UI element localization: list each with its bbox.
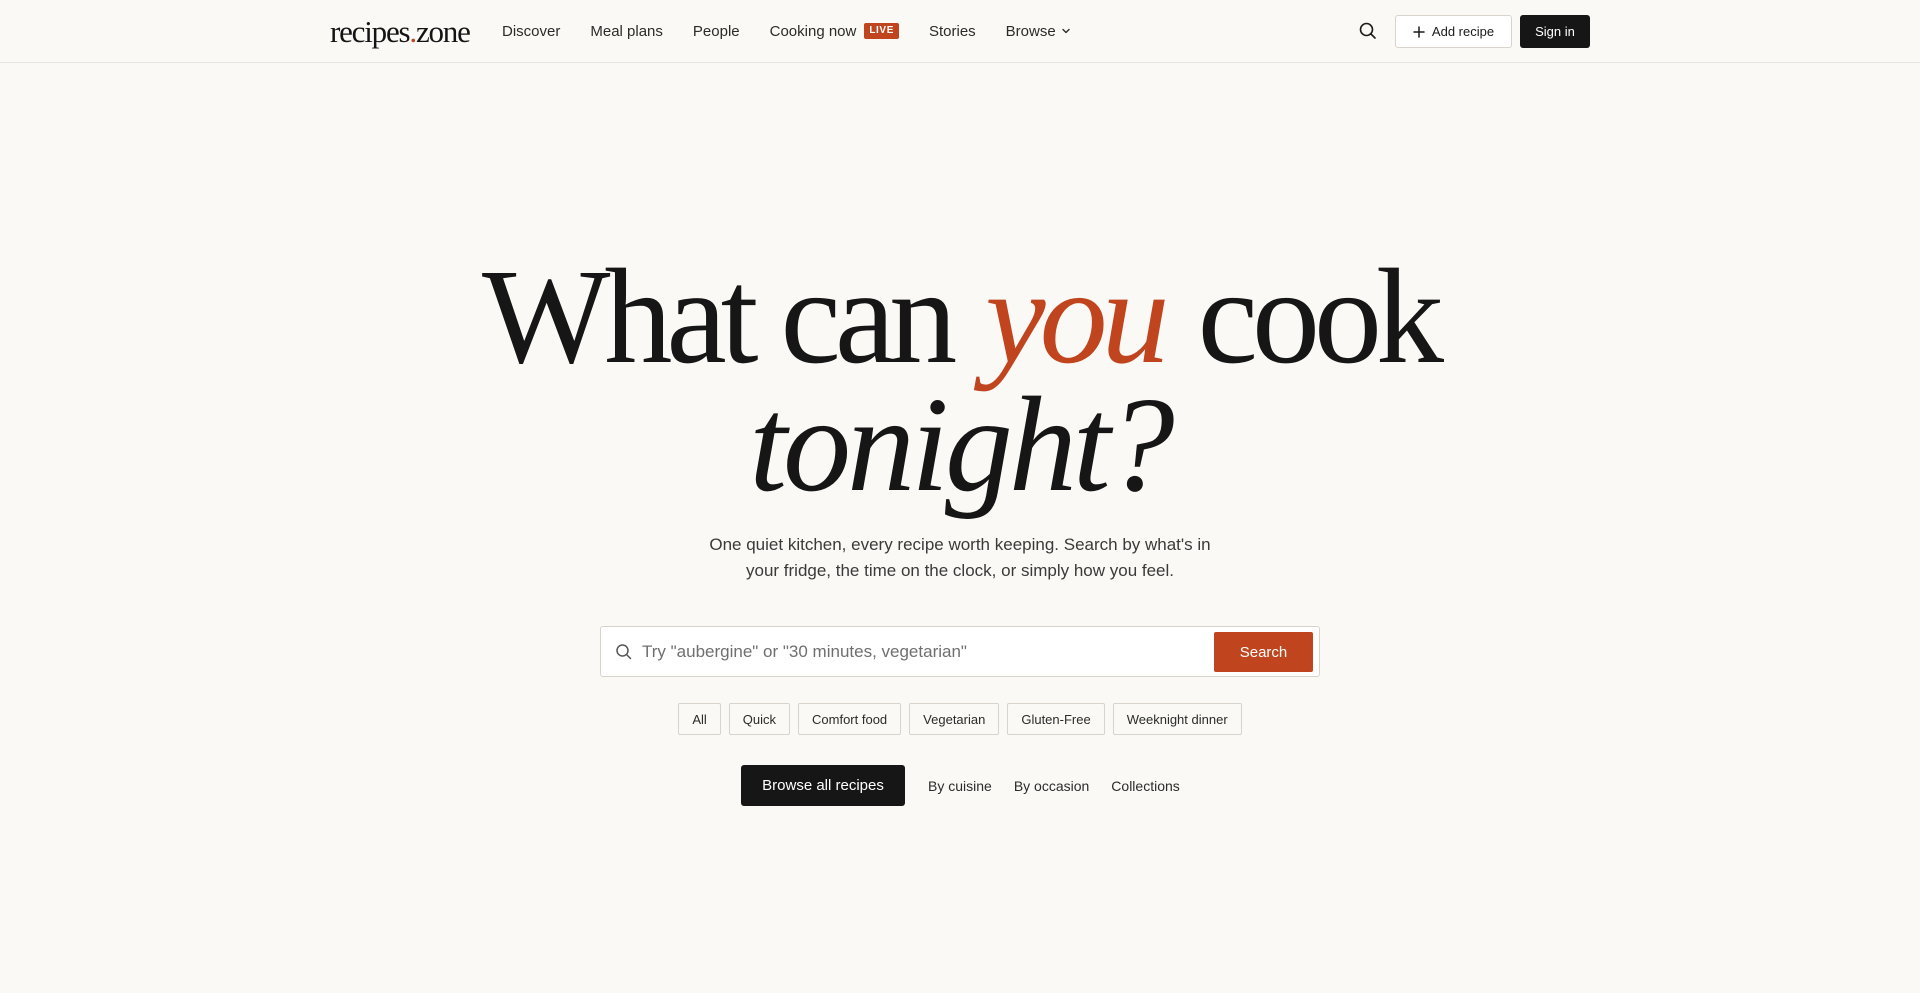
logo-text-zone: zone <box>415 14 471 49</box>
by-occasion-link[interactable]: By occasion <box>1014 778 1089 794</box>
recipe-search-bar: Search <box>600 626 1320 677</box>
chevron-down-icon <box>1061 26 1071 36</box>
add-recipe-button[interactable]: Add recipe <box>1395 15 1512 48</box>
plus-icon <box>1413 25 1425 38</box>
hero-subtitle-line2: your fridge, the time on the clock, or s… <box>745 561 1175 580</box>
chip-weeknight-dinner[interactable]: Weeknight dinner <box>1112 703 1242 735</box>
chip-comfort-food[interactable]: Comfort food <box>798 703 902 735</box>
hero-subtitle: One quiet kitchen, every recipe worth ke… <box>0 532 1920 584</box>
chip-all[interactable]: All <box>678 703 721 735</box>
hero-headline-line2: tonight? <box>749 370 1174 520</box>
search-input[interactable] <box>640 637 1200 667</box>
search-icon <box>615 643 633 661</box>
nav-item-label: Cooking now <box>769 22 857 40</box>
nav-item-label: Meal plans <box>590 22 663 40</box>
nav-item-label: Browse <box>1005 22 1056 40</box>
main-nav: Discover Meal plans People Cooking now L… <box>502 0 1101 62</box>
sign-in-label: Sign in <box>1535 24 1575 39</box>
search-icon[interactable] <box>1358 21 1378 41</box>
add-recipe-label: Add recipe <box>1431 24 1495 39</box>
nav-item-browse[interactable]: Browse <box>1006 23 1071 40</box>
search-button[interactable]: Search <box>1214 632 1313 672</box>
chip-vegetarian[interactable]: Vegetarian <box>909 703 1000 735</box>
nav-item-meal-plans[interactable]: Meal plans <box>590 23 663 40</box>
collections-link[interactable]: Collections <box>1111 778 1179 794</box>
logo-text-recipes: recipes <box>330 14 411 49</box>
nav-item-stories[interactable]: Stories <box>929 23 976 40</box>
browse-row: Browse all recipes By cuisine By occasio… <box>741 765 1202 806</box>
site-logo[interactable]: recipes.zone <box>330 13 471 51</box>
chip-gluten-free[interactable]: Gluten-Free <box>1007 703 1105 735</box>
site-header: recipes.zone Discover Meal plans People … <box>0 0 1920 63</box>
live-badge: LIVE <box>864 23 899 39</box>
hero-subtitle-line1: One quiet kitchen, every recipe worth ke… <box>709 535 1211 554</box>
nav-item-people[interactable]: People <box>693 23 740 40</box>
browse-all-recipes-button[interactable]: Browse all recipes <box>741 765 905 806</box>
nav-item-label: Stories <box>928 22 976 40</box>
search-button-label: Search <box>1239 643 1288 661</box>
nav-item-label: Discover <box>502 22 561 40</box>
nav-item-label: People <box>692 22 740 40</box>
chip-quick[interactable]: Quick <box>728 703 791 735</box>
nav-item-cooking-now[interactable]: Cooking now LIVE <box>770 23 899 40</box>
nav-item-discover[interactable]: Discover <box>502 23 560 40</box>
by-cuisine-link[interactable]: By cuisine <box>928 778 992 794</box>
filter-chips: All Quick Comfort food Vegetarian Gluten… <box>0 703 1920 735</box>
browse-all-recipes-label: Browse all recipes <box>762 777 884 794</box>
sign-in-button[interactable]: Sign in <box>1520 15 1590 48</box>
